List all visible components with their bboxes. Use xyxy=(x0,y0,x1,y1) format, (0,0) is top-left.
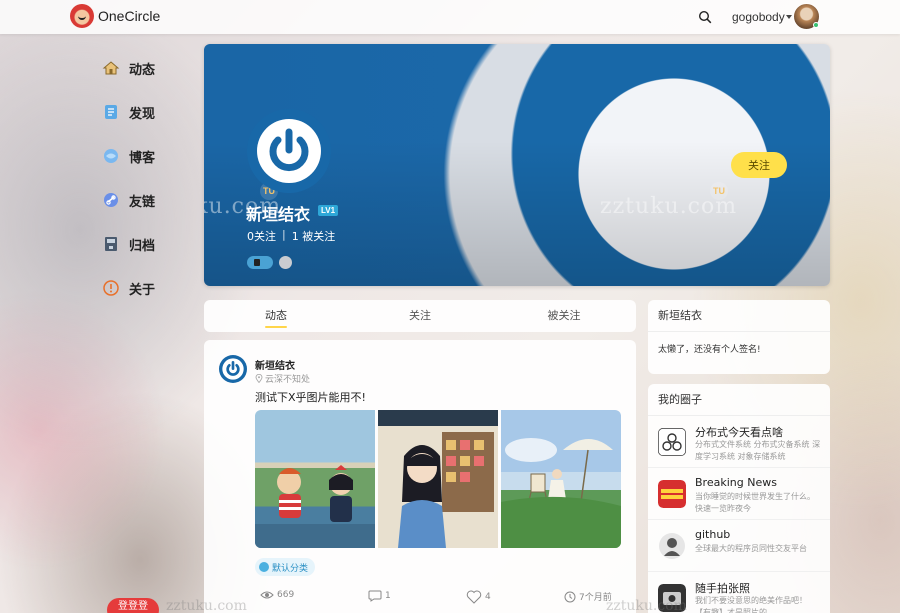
circle-name: 分布式今天看点啥 xyxy=(695,426,783,439)
search-icon[interactable] xyxy=(698,10,712,24)
circle-desc: 分布式文件系统 分布式灾备系统 深度学习系统 对象存储系统 xyxy=(695,440,821,461)
anime-illustration-image xyxy=(501,438,621,548)
circle-desc: 全球最大的程序员同性交友平台 xyxy=(695,544,807,553)
sidebar-item-archive[interactable]: 归档 xyxy=(102,222,182,266)
category-icon xyxy=(259,562,269,572)
category-label: 默认分类 xyxy=(272,563,309,574)
app-name: OneCircle xyxy=(98,8,161,24)
divider: | xyxy=(282,228,286,241)
bio-title: 新垣结衣 xyxy=(648,300,830,332)
power-logo-icon xyxy=(222,358,244,380)
post-image[interactable] xyxy=(501,410,621,548)
anime-illustration-image xyxy=(378,410,498,548)
home-icon xyxy=(102,61,120,75)
category-tag[interactable]: 默认分类 xyxy=(255,558,316,576)
heart-icon xyxy=(466,590,482,604)
breaking-news-icon xyxy=(658,480,686,508)
logo-icon xyxy=(70,4,94,28)
eye-icon xyxy=(260,591,274,599)
sidebar-item-discover[interactable]: 发现 xyxy=(102,90,182,134)
post-stats: 669 1 4 7个月前 xyxy=(260,590,620,606)
circle-item[interactable]: github 全球最大的程序员同性交友平台 xyxy=(648,520,830,572)
comments-count: 1 xyxy=(385,591,391,601)
circle-desc: 我们不要没意思的绝美作品吧！【有趣】才是照片的 xyxy=(695,596,807,613)
username[interactable]: gogobody xyxy=(732,10,785,24)
sidebar-item-blog[interactable]: 博客 xyxy=(102,134,182,178)
sidebar-item-label: 友链 xyxy=(129,194,156,210)
sidebar-item-label: 关于 xyxy=(129,282,156,298)
circle-desc: 当你睡觉的时候世界发生了什么。快速一览昨夜今 xyxy=(695,492,815,513)
power-logo-icon xyxy=(257,119,321,183)
likes-count: 4 xyxy=(485,592,491,602)
circle-item[interactable]: Breaking News 当你睡觉的时候世界发生了什么。快速一览昨夜今 xyxy=(648,468,830,520)
about-icon xyxy=(103,280,119,296)
post-image[interactable] xyxy=(255,410,375,548)
anime-illustration-image xyxy=(255,465,375,548)
tab-following[interactable]: 关注 xyxy=(348,300,492,332)
discover-icon xyxy=(105,105,117,119)
sidebar-item-label: 动态 xyxy=(129,62,156,78)
follow-stats: 0关注 | 1 被关注 xyxy=(247,228,335,244)
chevron-down-icon[interactable] xyxy=(786,15,792,19)
post-avatar[interactable] xyxy=(219,355,247,383)
profile-banner: zztuku.com zztuku.com TU TU 新垣结衣 LV1 0关注… xyxy=(204,44,830,286)
profile-avatar[interactable] xyxy=(247,109,331,193)
watermark-logo-icon: TU xyxy=(710,182,728,200)
post-location: 云深不知处 xyxy=(255,372,310,385)
blog-icon xyxy=(104,149,118,163)
followers-count[interactable]: 1 被关注 xyxy=(292,228,336,244)
sidebar-item-links[interactable]: 友链 xyxy=(102,178,182,222)
level-badge: LV1 xyxy=(318,205,339,216)
profile-tabs: 动态 关注 被关注 xyxy=(204,300,636,332)
medals xyxy=(247,256,292,269)
medal-placeholder-icon[interactable] xyxy=(279,256,292,269)
sidebar-item-about[interactable]: 关于 xyxy=(102,266,182,310)
comments-stat[interactable]: 1 xyxy=(368,590,391,602)
logo[interactable]: OneCircle xyxy=(70,4,160,28)
distributed-circle-icon xyxy=(658,428,686,456)
watermark: zztuku.com xyxy=(606,598,687,613)
sidebar-nav: 动态 发现 博客 友链 归档 关于 xyxy=(102,46,182,310)
circle-item[interactable]: 分布式今天看点啥 分布式文件系统 分布式灾备系统 深度学习系统 对象存储系统 xyxy=(648,416,830,468)
profile-name: 新垣结衣 xyxy=(246,205,311,224)
circle-name: Breaking News xyxy=(695,476,777,489)
floating-button[interactable]: 登登登 xyxy=(107,598,159,613)
sidebar-item-label: 发现 xyxy=(129,106,156,122)
location-text: 云深不知处 xyxy=(265,375,311,385)
bio-card: 新垣结衣 太懒了，还没有个人签名! xyxy=(648,300,830,374)
post-card: 新垣结衣 云深不知处 测试下X乎图片能用不! 默认分类 669 1 4 7个月前 xyxy=(204,340,636,613)
tab-followers[interactable]: 被关注 xyxy=(492,300,636,332)
github-icon xyxy=(659,533,685,559)
time-stat: 7个月前 xyxy=(564,590,612,603)
views-count: 669 xyxy=(277,590,295,600)
tab-dynamic[interactable]: 动态 xyxy=(204,300,348,332)
follow-button[interactable]: 关注 xyxy=(731,152,787,178)
bio-text: 太懒了，还没有个人签名! xyxy=(658,345,761,355)
circle-name: 随手拍张照 xyxy=(695,582,750,595)
likes-stat[interactable]: 4 xyxy=(466,590,491,604)
sidebar-item-label: 归档 xyxy=(129,238,156,254)
location-pin-icon xyxy=(255,374,263,383)
views-stat: 669 xyxy=(260,590,294,600)
post-image[interactable] xyxy=(378,410,498,548)
medal-icon[interactable] xyxy=(247,256,273,269)
post-images xyxy=(255,410,621,548)
online-status-dot xyxy=(813,22,819,28)
archive-icon xyxy=(105,237,117,251)
sidebar-item-dynamic[interactable]: 动态 xyxy=(102,46,182,90)
following-count[interactable]: 0关注 xyxy=(247,228,276,244)
circle-name: github xyxy=(695,528,731,541)
link-icon xyxy=(104,193,118,207)
circles-title: 我的圈子 xyxy=(648,384,830,416)
comment-icon xyxy=(368,590,382,602)
post-text: 测试下X乎图片能用不! xyxy=(255,391,366,404)
post-author[interactable]: 新垣结衣 xyxy=(255,357,295,372)
top-bar: OneCircle gogobody xyxy=(0,0,900,34)
sidebar-item-label: 博客 xyxy=(129,150,156,166)
watermark: zztuku.com xyxy=(166,598,247,613)
circles-card: 我的圈子 分布式今天看点啥 分布式文件系统 分布式灾备系统 深度学习系统 对象存… xyxy=(648,384,830,613)
clock-icon xyxy=(564,591,576,602)
